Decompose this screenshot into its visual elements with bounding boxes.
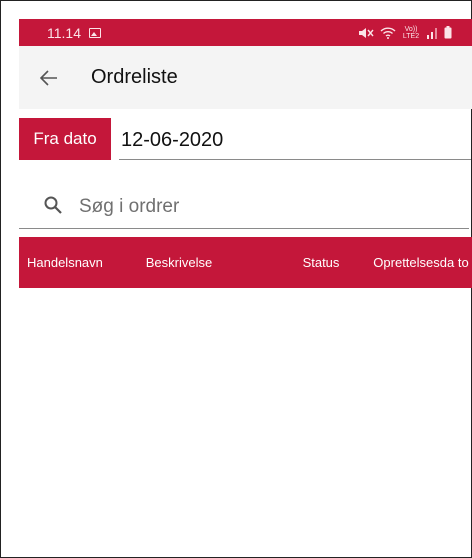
app-frame: 11.14 Vo)) LTE2 Ordreliste Fra dato 12-0… [0, 0, 472, 558]
column-header-beskrivelse[interactable]: Beskrivelse [129, 237, 229, 288]
arrow-left-icon[interactable] [37, 66, 61, 90]
signal-icon [426, 27, 438, 39]
table-header: Handelsnavn Beskrivelse Status Oprettels… [19, 237, 472, 288]
mute-icon [358, 27, 374, 39]
column-header-handelsnavn[interactable]: Handelsnavn [19, 237, 119, 288]
search-input[interactable] [79, 189, 459, 225]
from-date-label: Fra dato [19, 118, 111, 160]
page-title: Ordreliste [91, 66, 178, 88]
column-header-oprettelsesdato[interactable]: Oprettelsesda to [371, 237, 471, 288]
gallery-icon [89, 27, 101, 38]
battery-icon [444, 26, 452, 39]
status-bar: 11.14 Vo)) LTE2 [19, 19, 472, 46]
column-header-status[interactable]: Status [281, 237, 361, 288]
volte-icon: Vo)) LTE2 [402, 25, 420, 40]
date-filter: Fra dato [19, 118, 472, 164]
search-bar [19, 187, 469, 229]
search-icon [43, 195, 63, 215]
app-bar: Ordreliste [19, 46, 472, 109]
clock: 11.14 [47, 24, 81, 41]
wifi-icon [380, 26, 396, 39]
from-date-field[interactable] [119, 122, 471, 160]
